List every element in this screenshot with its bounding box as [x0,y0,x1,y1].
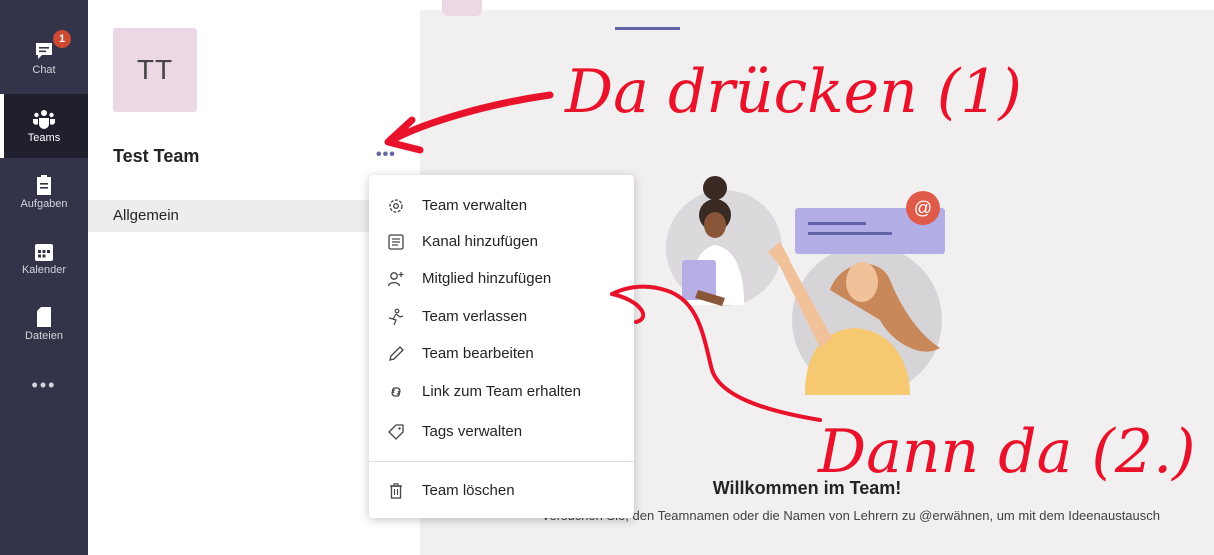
rail-item-chat[interactable]: Chat [0,26,88,90]
chat-icon [36,43,52,59]
welcome-illustration: @ [666,176,945,395]
channel-label-general[interactable]: Allgemein [113,207,179,224]
team-avatar[interactable]: TT [113,28,197,112]
calendar-icon [35,244,53,261]
menu-item-get-link[interactable]: Link zum Team erhalten [369,374,634,410]
rail-label-calendar: Kalender [21,264,67,276]
svg-text:@: @ [914,198,932,218]
menu-label-add-channel: Kanal hinzufügen [422,233,538,250]
team-tab-stub[interactable] [442,0,482,16]
rail-item-teams[interactable]: Teams [0,94,88,158]
menu-item-leave-team[interactable]: Team verlassen [369,299,634,335]
gear-icon [389,199,403,213]
menu-label-leave-team: Team verlassen [422,308,528,325]
rail-label-tasks: Aufgaben [20,198,68,210]
team-name[interactable]: Test Team [113,146,199,167]
menu-item-edit-team[interactable]: Team bearbeiten [369,336,634,372]
menu-item-manage-tags[interactable]: Tags verwalten [369,414,634,450]
team-options-menu: Team verwalten Kanal hinzufügen Mitglied… [369,175,634,518]
rail-item-tasks[interactable]: Aufgaben [0,162,88,226]
rail-label-files: Dateien [25,330,63,342]
menu-label-get-link: Link zum Team erhalten [422,383,581,400]
add-member-icon [387,272,404,287]
chat-bubble-graphic: @ [795,191,945,254]
menu-item-delete-team[interactable]: Team löschen [369,473,634,509]
menu-label-add-member: Mitglied hinzufügen [422,270,552,287]
menu-label-edit-team: Team bearbeiten [422,345,534,362]
rail-item-files[interactable]: Dateien [0,298,88,362]
team-more-options-button[interactable]: ••• [376,146,396,164]
menu-item-add-channel[interactable]: Kanal hinzufügen [369,224,634,260]
notification-badge: 1 [53,30,71,48]
rail-item-calendar[interactable]: Kalender [0,230,88,294]
rail-label-chat: Chat [32,64,56,76]
pencil-icon [389,346,404,361]
files-icon [37,307,51,327]
tag-icon [388,424,404,440]
menu-item-add-member[interactable]: Mitglied hinzufügen [369,261,634,297]
leave-icon [388,308,404,326]
menu-divider [369,461,634,462]
trash-icon [390,483,402,499]
menu-label-delete-team: Team löschen [422,482,515,499]
menu-item-manage-team[interactable]: Team verwalten [369,188,634,224]
teams-icon [33,110,55,129]
active-tab-indicator [615,27,680,30]
rail-label-teams: Teams [27,132,61,144]
link-icon [391,387,401,397]
top-bar [420,0,1214,10]
more-apps-button[interactable]: ••• [0,375,88,396]
app-bar: Chat 1 Teams Aufgaben Kalender Dateien •… [0,0,88,555]
tasks-icon [37,175,51,195]
menu-label-manage-team: Team verwalten [422,197,528,214]
menu-label-manage-tags: Tags verwalten [422,423,523,440]
channel-icon [388,234,404,250]
